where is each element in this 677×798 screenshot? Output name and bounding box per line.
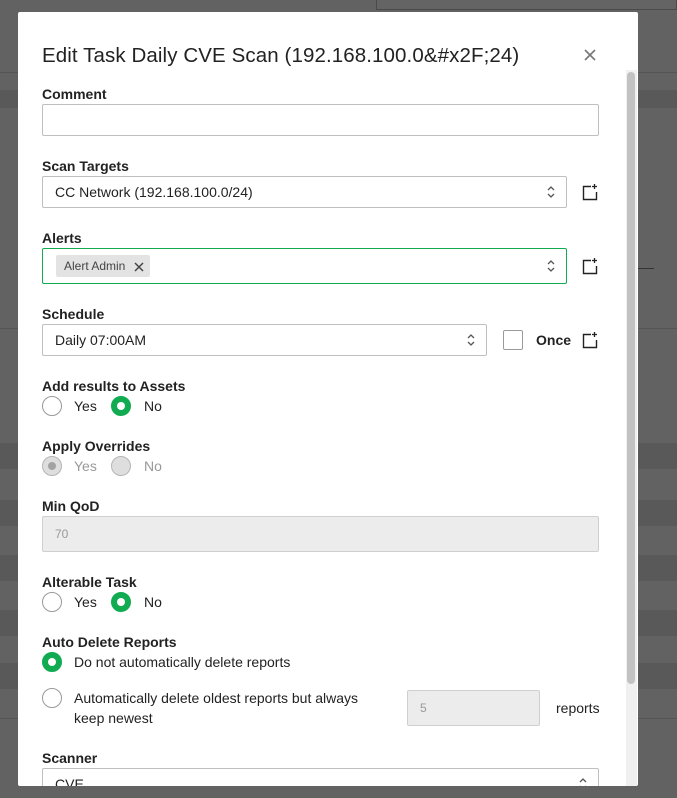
schedule-value: Daily 07:00AM xyxy=(55,332,147,348)
alert-chip: Alert Admin xyxy=(56,255,151,277)
reports-unit-label: reports xyxy=(556,700,600,716)
new-alert-icon[interactable] xyxy=(582,258,598,275)
scanner-select[interactable]: CVE xyxy=(42,768,599,786)
chevron-updown-icon xyxy=(546,185,556,199)
alterable-yes-label: Yes xyxy=(74,594,97,610)
remove-chip-icon[interactable] xyxy=(134,261,144,272)
alterable-no-radio[interactable] xyxy=(111,592,131,612)
scan-targets-label: Scan Targets xyxy=(42,158,129,174)
apply-overrides-no-label: No xyxy=(144,458,162,474)
auto-delete-label: Auto Delete Reports xyxy=(42,634,177,650)
alert-chip-label: Alert Admin xyxy=(64,259,126,273)
close-icon[interactable] xyxy=(580,44,600,66)
apply-overrides-yes-label: Yes xyxy=(74,458,97,474)
apply-overrides-yes-radio xyxy=(42,456,62,476)
min-qod-label: Min QoD xyxy=(42,498,100,514)
schedule-select[interactable]: Daily 07:00AM xyxy=(42,324,487,356)
min-qod-value: 70 xyxy=(55,527,69,541)
alterable-yes-radio[interactable] xyxy=(42,592,62,612)
auto-delete-label-line1: Automatically delete oldest reports but … xyxy=(74,690,359,706)
once-checkbox[interactable] xyxy=(503,330,523,350)
keep-reports-value: 5 xyxy=(420,701,427,715)
alerts-multiselect[interactable]: Alert Admin xyxy=(42,248,567,284)
scan-targets-value: CC Network (192.168.100.0/24) xyxy=(55,184,253,200)
alterable-task-label: Alterable Task xyxy=(42,574,137,590)
background-tab xyxy=(376,0,677,10)
chevron-updown-icon xyxy=(466,333,476,347)
comment-input[interactable] xyxy=(42,104,599,136)
add-results-yes-label: Yes xyxy=(74,398,97,414)
alerts-label: Alerts xyxy=(42,230,82,246)
auto-delete-label-line2: keep newest xyxy=(74,710,153,726)
dialog-title: Edit Task Daily CVE Scan (192.168.100.0&… xyxy=(42,44,520,67)
add-results-label: Add results to Assets xyxy=(42,378,186,394)
new-schedule-icon[interactable] xyxy=(582,332,598,349)
add-results-yes-radio[interactable] xyxy=(42,396,62,416)
new-target-icon[interactable] xyxy=(582,184,598,201)
chevron-updown-icon xyxy=(546,259,556,273)
scan-targets-select[interactable]: CC Network (192.168.100.0/24) xyxy=(42,176,567,208)
background-divider xyxy=(638,268,654,269)
scanner-value: CVE xyxy=(55,776,84,786)
auto-delete-radio[interactable] xyxy=(42,688,62,708)
no-auto-delete-label: Do not automatically delete reports xyxy=(74,654,291,670)
apply-overrides-no-radio xyxy=(111,456,131,476)
chevron-updown-icon xyxy=(578,777,588,786)
scanner-label: Scanner xyxy=(42,750,98,766)
add-results-no-label: No xyxy=(144,398,162,414)
schedule-label: Schedule xyxy=(42,306,105,322)
once-label: Once xyxy=(536,332,572,348)
alterable-no-label: No xyxy=(144,594,162,610)
scrollbar-thumb[interactable] xyxy=(627,72,635,684)
apply-overrides-label: Apply Overrides xyxy=(42,438,151,454)
no-auto-delete-radio[interactable] xyxy=(42,652,62,672)
min-qod-input: 70 xyxy=(42,516,599,552)
edit-task-dialog: Edit Task Daily CVE Scan (192.168.100.0&… xyxy=(18,12,638,786)
add-results-no-radio[interactable] xyxy=(111,396,131,416)
keep-reports-input: 5 xyxy=(407,690,540,726)
comment-label: Comment xyxy=(42,86,107,102)
